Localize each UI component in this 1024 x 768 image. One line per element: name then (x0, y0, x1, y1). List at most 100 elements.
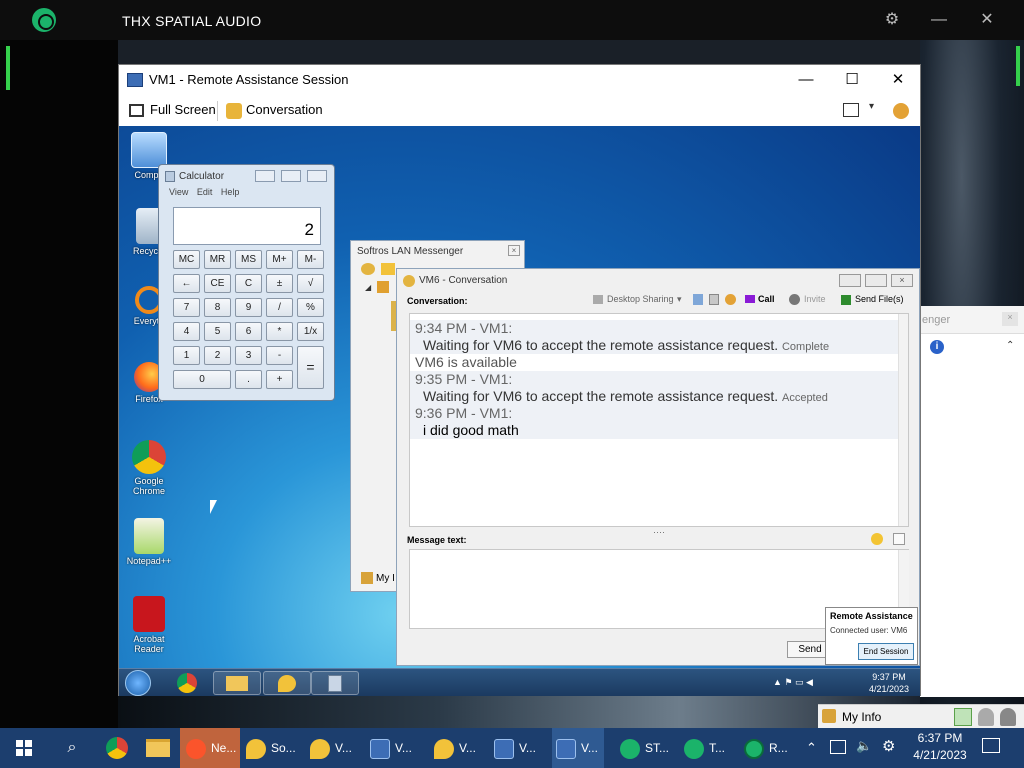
display-icon[interactable] (843, 103, 859, 117)
taskbar-item-softros-2[interactable]: V... (310, 732, 352, 764)
key-0[interactable]: 0 (173, 370, 231, 389)
file-explorer-icon[interactable] (146, 739, 170, 757)
key-plus[interactable]: + (266, 370, 293, 389)
chevron-down-icon[interactable]: ▾ (869, 101, 874, 112)
key-2[interactable]: 2 (204, 346, 231, 365)
explorer-task[interactable] (213, 671, 261, 695)
key-mc[interactable]: MC (173, 250, 200, 269)
info-icon[interactable]: i (930, 340, 944, 354)
taskbar-item-vm-1[interactable]: V... (370, 732, 412, 764)
key-5[interactable]: 5 (204, 322, 231, 341)
key-9[interactable]: 9 (235, 298, 262, 317)
key-equals[interactable]: = (297, 346, 324, 389)
host-clock[interactable]: 6:37 PM 4/21/2023 (905, 730, 975, 764)
key-4[interactable]: 4 (173, 322, 200, 341)
taskbar-item-vm-2[interactable]: V... (494, 732, 536, 764)
key-ce[interactable]: CE (204, 274, 231, 293)
close-icon[interactable]: × (891, 274, 913, 287)
key-mr[interactable]: MR (204, 250, 231, 269)
conversation-button[interactable]: Conversation (246, 102, 323, 117)
softros-task[interactable] (263, 671, 311, 695)
key-1[interactable]: 1 (173, 346, 200, 365)
minimize-icon[interactable] (255, 170, 275, 182)
settings-icon[interactable] (893, 103, 909, 119)
menu-help[interactable]: Help (221, 187, 240, 197)
full-screen-button[interactable]: Full Screen (150, 102, 216, 117)
key-decimal[interactable]: . (235, 370, 262, 389)
close-icon[interactable]: × (508, 245, 520, 256)
key-7[interactable]: 7 (173, 298, 200, 317)
desktop-icon-notepad[interactable]: Notepad++ (119, 518, 179, 566)
menu-view[interactable]: View (169, 187, 188, 197)
key-ms[interactable]: MS (235, 250, 262, 269)
settings-icon[interactable] (725, 294, 736, 305)
chrome-icon[interactable] (177, 673, 197, 693)
taskbar-item-thx-1[interactable]: ST... (620, 732, 669, 764)
search-icon[interactable]: ⌕ (54, 732, 90, 764)
maximize-icon[interactable] (281, 170, 301, 182)
taskbar-item-thx-2[interactable]: T... (684, 732, 725, 764)
network-icon[interactable] (830, 740, 846, 754)
key-mminus[interactable]: M- (297, 250, 324, 269)
minimize-icon[interactable]: — (929, 10, 949, 30)
chevron-up-icon[interactable]: ⌃ (806, 740, 817, 756)
minimize-icon[interactable] (839, 274, 861, 287)
key-minus[interactable]: - (266, 346, 293, 365)
tray-icons[interactable]: ▲ ⚑ ▭ ◀ (773, 677, 813, 688)
desktop-icon-acrobat[interactable]: Acrobat Reader (119, 596, 179, 654)
notification-icon[interactable] (982, 738, 1000, 753)
close-icon[interactable]: ✕ (977, 10, 997, 30)
close-icon[interactable]: ✕ (887, 70, 909, 90)
history-icon[interactable] (693, 294, 703, 305)
key-plusminus[interactable]: ± (266, 274, 293, 293)
contacts-icon[interactable] (381, 263, 395, 275)
key-backspace[interactable]: ← (173, 274, 200, 293)
my-info-fragment[interactable]: My I (376, 573, 395, 584)
taskbar-item-softros[interactable]: So... (246, 732, 296, 764)
key-mplus[interactable]: M+ (266, 250, 293, 269)
splitter-handle[interactable]: ···· (653, 527, 665, 537)
format-icon[interactable] (893, 533, 905, 545)
send-files-button[interactable]: Send File(s) (855, 294, 904, 304)
gear-icon[interactable]: ⚙ (882, 737, 895, 755)
close-icon[interactable]: × (1002, 312, 1018, 326)
scrollbar[interactable] (898, 314, 908, 526)
end-session-button[interactable]: End Session (858, 643, 914, 660)
status-available-icon[interactable] (954, 708, 972, 726)
taskbar-item-razer[interactable]: R... (744, 732, 788, 764)
start-button[interactable] (125, 670, 151, 696)
menu-edit[interactable]: Edit (197, 187, 213, 197)
save-icon[interactable] (709, 294, 719, 305)
status-away-icon[interactable] (978, 708, 994, 726)
taskbar-item-brave[interactable]: Ne... (180, 728, 240, 768)
close-icon[interactable] (307, 170, 327, 182)
status-icon[interactable] (361, 263, 375, 275)
guest-clock[interactable]: 9:37 PM 4/21/2023 (861, 671, 917, 695)
key-divide[interactable]: / (266, 298, 293, 317)
invite-button[interactable]: Invite (804, 294, 826, 304)
key-multiply[interactable]: * (266, 322, 293, 341)
chevron-down-icon[interactable]: ▾ (677, 294, 682, 305)
calculator-task[interactable] (311, 671, 359, 695)
my-info-label[interactable]: My Info (842, 710, 881, 724)
key-3[interactable]: 3 (235, 346, 262, 365)
windows-start-icon[interactable] (6, 732, 42, 764)
key-6[interactable]: 6 (235, 322, 262, 341)
status-busy-icon[interactable] (1000, 708, 1016, 726)
volume-icon[interactable]: 🔈 (856, 738, 872, 754)
taskbar-item-vm-3[interactable]: V... (552, 728, 604, 768)
key-percent[interactable]: % (297, 298, 324, 317)
call-button[interactable]: Call (758, 294, 775, 304)
chevron-up-icon[interactable]: ⌃ (1006, 340, 1014, 351)
gear-icon[interactable]: ⚙ (882, 10, 902, 30)
desktop-icon-chrome[interactable]: Google Chrome (119, 440, 179, 496)
taskbar-item-softros-3[interactable]: V... (434, 732, 476, 764)
key-reciprocal[interactable]: 1/x (297, 322, 324, 341)
emoji-icon[interactable] (871, 533, 883, 545)
tree-expander[interactable]: ◢ (365, 283, 371, 292)
maximize-icon[interactable] (865, 274, 887, 287)
key-8[interactable]: 8 (204, 298, 231, 317)
desktop-sharing-button[interactable]: Desktop Sharing (607, 294, 674, 304)
maximize-icon[interactable]: ☐ (841, 70, 863, 90)
key-c[interactable]: C (235, 274, 262, 293)
